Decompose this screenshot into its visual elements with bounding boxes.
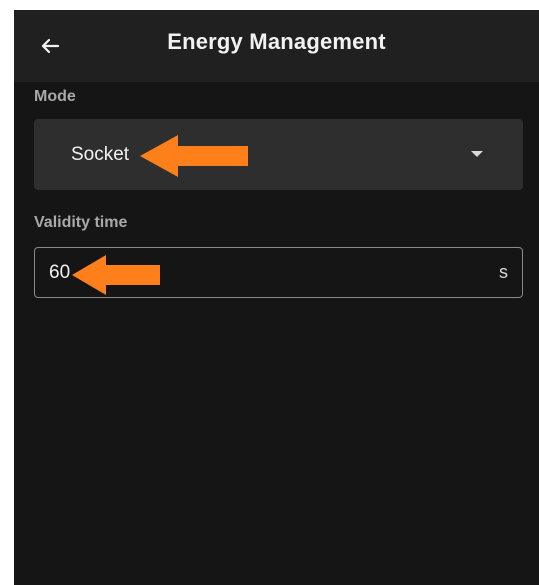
app-screen: Energy Management Mode Socket Validity t…: [14, 10, 539, 585]
mode-select[interactable]: Socket: [34, 119, 523, 190]
caret-down-icon: [471, 151, 483, 157]
page-title: Energy Management: [167, 29, 386, 54]
annotation-arrow-left-icon: [72, 255, 160, 295]
annotation-arrow-left-icon: [140, 135, 248, 177]
validity-time-label: Validity time: [34, 214, 128, 231]
mode-label: Mode: [34, 88, 76, 105]
validity-time-value: 60: [49, 262, 71, 283]
mode-selected-value: Socket: [71, 144, 130, 165]
validity-time-unit: s: [499, 262, 508, 282]
settings-form: Mode Socket Validity time 60 s: [14, 82, 539, 585]
app-bar: Energy Management: [14, 10, 539, 82]
